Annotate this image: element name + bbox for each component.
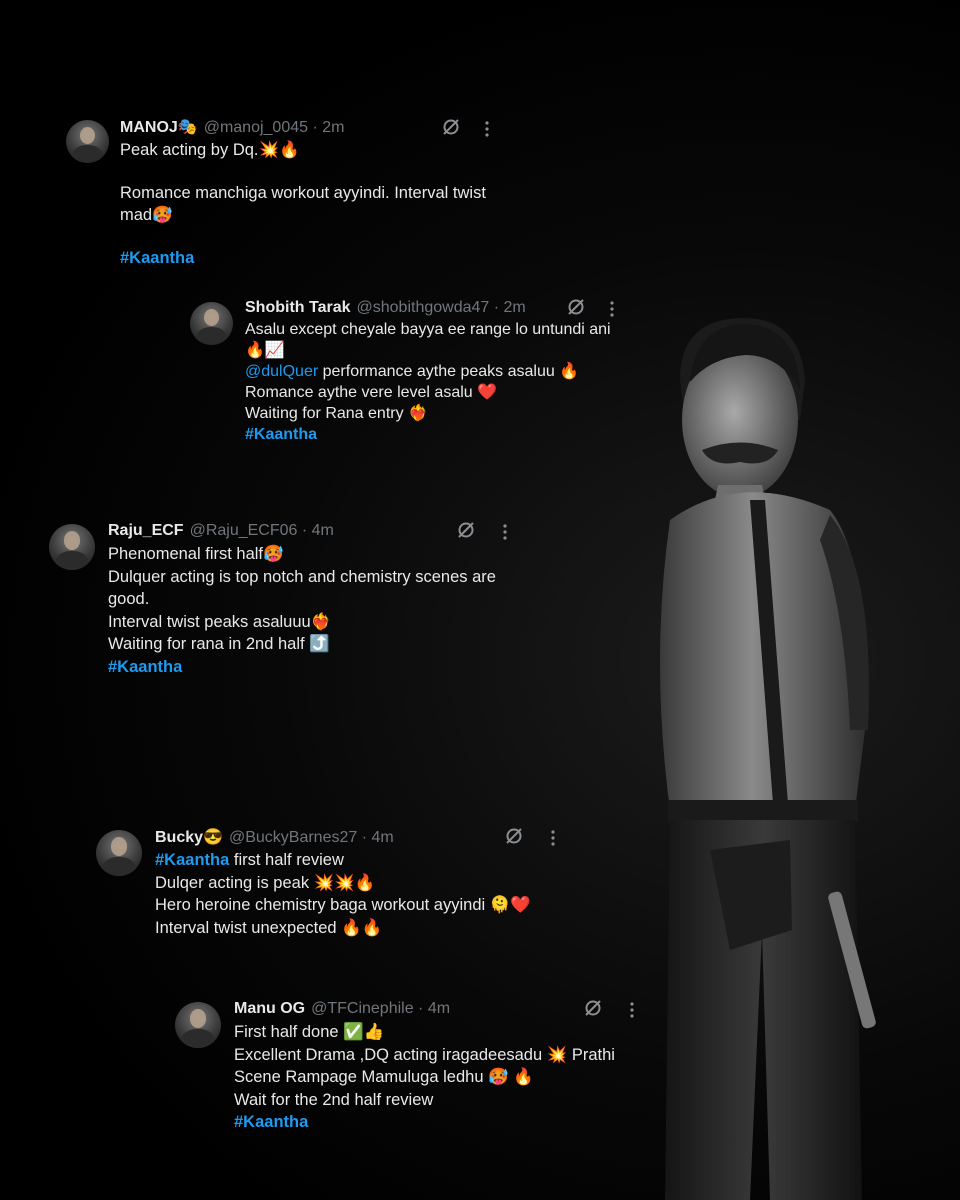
handle-and-time[interactable]: @manoj_0045 · 2m xyxy=(204,119,345,136)
avatar[interactable] xyxy=(49,524,95,570)
hashtag-link[interactable]: #Kaantha xyxy=(155,851,229,869)
actor-photo xyxy=(660,317,876,1200)
tweet-line: Waiting for rana in 2nd half ⤴️ xyxy=(108,635,330,653)
tweet-line: mad🥵 xyxy=(120,206,173,224)
hashtag-link[interactable]: #Kaantha xyxy=(120,247,486,270)
more-options-icon[interactable] xyxy=(550,830,556,846)
tweet-line-text: first half review xyxy=(229,851,344,869)
tweet-line: Romance aythe vere level asalu ❤️ xyxy=(245,384,498,401)
hashtag-link[interactable]: #Kaantha xyxy=(108,656,496,679)
hashtag-link[interactable]: #Kaantha xyxy=(234,1111,615,1134)
tweet-text: First half done ✅👍 Excellent Drama ,DQ a… xyxy=(234,1021,615,1134)
more-options-icon[interactable] xyxy=(609,301,615,317)
display-name[interactable]: Shobith Tarak xyxy=(245,299,351,316)
more-options-icon[interactable] xyxy=(484,121,490,137)
tweet-line: Interval twist peaks asaluuu❤️‍🔥 xyxy=(108,612,332,631)
tweet-line: Excellent Drama ,DQ acting iragadeesadu … xyxy=(234,1045,615,1064)
tweet-line: Peak acting by Dq.💥🔥 xyxy=(120,141,300,159)
tweet-line: First half done ✅👍 xyxy=(234,1023,385,1041)
tweet-text: #Kaantha first half review Dulqer acting… xyxy=(155,849,531,939)
hashtag-link[interactable]: #Kaantha xyxy=(245,424,611,445)
display-name[interactable]: Raju_ECF xyxy=(108,522,184,539)
tweet-line: Wait for the 2nd half review xyxy=(234,1090,434,1109)
tweet-line: 🔥📈 xyxy=(245,342,285,359)
tweet-line: @dulQuer performance aythe peaks asaluu … xyxy=(245,361,611,382)
tweet-header: Manu OG @TFCinephile · 4m xyxy=(234,999,450,1019)
tweet-line: Asalu except cheyale bayya ee range lo u… xyxy=(245,321,611,338)
tweet-line: Romance manchiga workout ayyindi. Interv… xyxy=(120,183,486,202)
handle-and-time[interactable]: @shobithgowda47 · 2m xyxy=(357,299,526,316)
handle-and-time[interactable]: @Raju_ECF06 · 4m xyxy=(190,522,334,539)
avatar[interactable] xyxy=(175,1002,221,1048)
tweet-line-text: performance aythe peaks asaluu 🔥 xyxy=(318,363,580,380)
tweet-line: Waiting for Rana entry ❤️‍🔥 xyxy=(245,405,428,422)
more-options-icon[interactable] xyxy=(629,1002,635,1018)
more-options-icon[interactable] xyxy=(502,524,508,540)
tweet-line: Hero heroine chemistry baga workout ayyi… xyxy=(155,896,531,914)
tweet-line: Scene Rampage Mamuluga ledhu 🥵 🔥 xyxy=(234,1068,534,1086)
tweet-header: MANOJ🎭 @manoj_0045 · 2m xyxy=(120,118,344,138)
tweet-line: good. xyxy=(108,590,150,608)
grok-icon[interactable] xyxy=(504,826,524,846)
tweet-line: Dulqer acting is peak 💥💥🔥 xyxy=(155,873,376,892)
grok-icon[interactable] xyxy=(456,520,476,540)
mention-link[interactable]: @dulQuer xyxy=(245,363,318,380)
tweet-text: Peak acting by Dq.💥🔥 Romance manchiga wo… xyxy=(120,139,486,269)
grok-icon[interactable] xyxy=(441,117,461,137)
tweet-line: Interval twist unexpected 🔥🔥 xyxy=(155,918,383,937)
tweet-header: Bucky😎 @BuckyBarnes27 · 4m xyxy=(155,828,394,848)
handle-and-time[interactable]: @BuckyBarnes27 · 4m xyxy=(229,829,394,846)
tweet-header: Shobith Tarak @shobithgowda47 · 2m xyxy=(245,298,526,318)
avatar[interactable] xyxy=(66,120,109,163)
tweet-line: #Kaantha first half review xyxy=(155,849,531,872)
tweet-text: Phenomenal first half🥵 Dulquer acting is… xyxy=(108,543,496,678)
tweet-header: Raju_ECF @Raju_ECF06 · 4m xyxy=(108,521,334,541)
display-name[interactable]: Manu OG xyxy=(234,1000,305,1017)
avatar[interactable] xyxy=(190,302,233,345)
tweet-text: Asalu except cheyale bayya ee range lo u… xyxy=(245,319,611,445)
grok-icon[interactable] xyxy=(566,297,586,317)
handle-and-time[interactable]: @TFCinephile · 4m xyxy=(311,1000,450,1017)
avatar[interactable] xyxy=(96,830,142,876)
tweet-line: Dulquer acting is top notch and chemistr… xyxy=(108,567,496,586)
display-name[interactable]: MANOJ🎭 xyxy=(120,119,198,136)
display-name[interactable]: Bucky😎 xyxy=(155,829,223,846)
grok-icon[interactable] xyxy=(583,998,603,1018)
tweet-line: Phenomenal first half🥵 xyxy=(108,545,284,563)
